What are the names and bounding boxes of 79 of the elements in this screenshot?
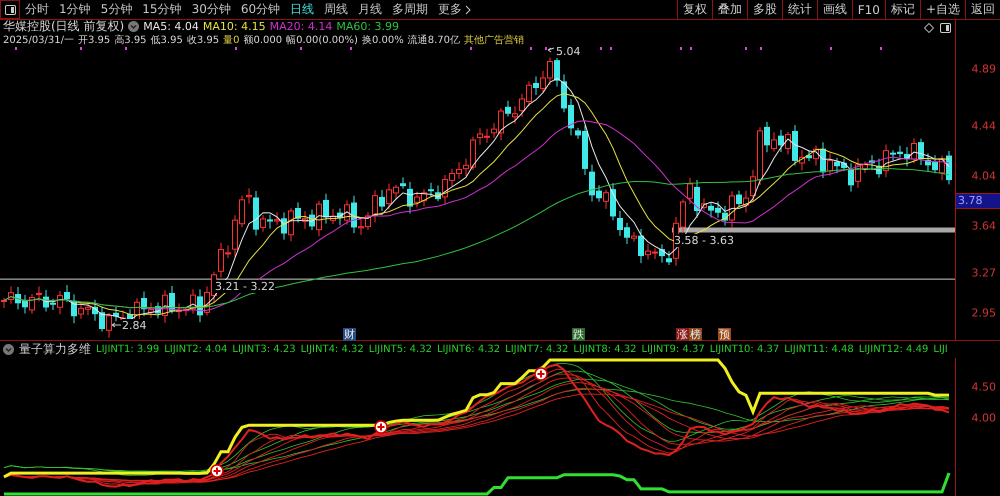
info-highlight: 其他广告营销 <box>464 34 524 46</box>
panel-toggle-icon[interactable] <box>940 23 951 33</box>
event-marker[interactable]: 榜 <box>689 328 702 341</box>
event-marker[interactable]: 财 <box>343 328 356 341</box>
event-marker[interactable]: 预 <box>718 328 731 341</box>
indicator-value: LIJINT4: 4.32 <box>300 344 364 355</box>
price-label: 3.21 - 3.22 <box>215 280 275 293</box>
toolbar-button[interactable]: 返回 <box>965 0 1000 19</box>
price-label: 3.58 - 3.63 <box>674 234 734 247</box>
price-label: 5.04 <box>556 45 580 58</box>
plus-circle-icon <box>534 367 548 381</box>
info-text: 开3.95 <box>78 34 110 46</box>
panel-toggle-icon[interactable] <box>4 4 16 14</box>
period-tab[interactable]: 分时 <box>20 0 54 19</box>
dropdown-icon[interactable] <box>3 344 14 355</box>
axis-label: 4.89 <box>972 62 996 76</box>
axis-label: 4.00 <box>972 412 996 424</box>
ma-value: MA60: 3.99 <box>336 20 400 33</box>
period-tab[interactable]: 月线 <box>353 0 388 19</box>
toolbar-button[interactable]: 叠加 <box>712 0 747 19</box>
info-highlight: 量0 <box>223 34 240 46</box>
price-tag: 3.78 <box>956 192 1000 209</box>
indicator-value: LIJINT7: 4.32 <box>505 344 568 355</box>
ma-value: MA20: 4.14 <box>270 20 332 33</box>
chevron-right-icon <box>465 4 472 14</box>
info-text: 2025/03/31/一 <box>3 34 74 46</box>
leader-line <box>112 322 122 328</box>
indicator-name: 量子算力多维 <box>19 341 91 358</box>
indicator-value: LIJINT8: 4.32 <box>573 344 636 355</box>
leader-line <box>548 48 554 52</box>
indicator-value: LIJINT11: 4.48 <box>784 344 854 355</box>
period-tab[interactable]: 日线 <box>285 0 320 19</box>
indicator-value: LIJINT10: 4.37 <box>710 344 780 355</box>
toolbar-button[interactable]: 画线 <box>816 0 852 19</box>
info-text: 换0.00% <box>362 34 404 46</box>
indicator-value: LIJINT9: 4.37 <box>642 344 705 355</box>
indicator-value: LIJINT1: 3.99 <box>96 344 160 355</box>
info-text: 额0.000 <box>243 34 282 46</box>
toolbar-button[interactable]: 多股 <box>746 0 782 19</box>
toolbar-button[interactable]: 复权 <box>676 0 712 19</box>
plus-circle-icon <box>210 464 224 478</box>
indicator-value: LIJINT2: 4.04 <box>164 344 228 355</box>
period-tab[interactable]: 15分钟 <box>137 0 187 19</box>
toolbar-button[interactable]: 统计 <box>782 0 817 19</box>
info-text: 收3.95 <box>186 34 220 46</box>
dropdown-icon[interactable] <box>128 21 140 32</box>
axis-label: 2.95 <box>972 306 996 320</box>
plus-circle-icon <box>374 420 388 434</box>
toolbar-button[interactable]: F10 <box>852 0 885 19</box>
axis-label: 4.44 <box>972 119 996 132</box>
info-text: 低3.95 <box>150 34 183 46</box>
price-label: 2.84 <box>122 319 146 332</box>
period-tab[interactable]: 5分钟 <box>96 0 138 19</box>
indicator-value: LIJINT12: 4.49 <box>858 344 928 355</box>
axis-label: 4.04 <box>972 169 996 182</box>
event-marker[interactable]: 涨 <box>676 328 689 341</box>
ma-value: MA5: 4.04 <box>143 20 199 33</box>
period-tab[interactable]: 1分钟 <box>54 0 96 19</box>
more-tab[interactable]: 更多 <box>433 0 476 19</box>
axis-label: 4.50 <box>972 380 996 394</box>
toolbar-button[interactable]: +自选 <box>920 0 965 19</box>
event-marker[interactable]: 跌 <box>572 328 585 341</box>
indicator-value: LIJINT6: 4.32 <box>436 344 500 355</box>
axis-label: 3.27 <box>972 266 996 280</box>
period-tab[interactable]: 多周期 <box>387 0 434 19</box>
ma-value: MA10: 4.15 <box>202 20 266 33</box>
axis-label: 3.64 <box>972 220 996 233</box>
stock-title: 华媒控股(日线 前复权) <box>3 18 124 34</box>
period-tab[interactable]: 60分钟 <box>236 0 286 19</box>
toolbar-button[interactable]: 标记 <box>884 0 920 19</box>
indicator-value: LIJINT5: 4.32 <box>368 344 432 355</box>
indicator-value: LIJI <box>933 344 948 355</box>
info-text: 高3.95 <box>114 34 147 46</box>
period-tab[interactable]: 周线 <box>319 0 354 19</box>
indicator-value: LIJINT3: 4.23 <box>232 344 296 355</box>
diamond-icon[interactable] <box>924 23 934 33</box>
info-text: 流通8.70亿 <box>408 34 460 46</box>
info-text: 幅0.00(0.00%) <box>286 34 358 46</box>
period-tab[interactable]: 30分钟 <box>186 0 236 19</box>
